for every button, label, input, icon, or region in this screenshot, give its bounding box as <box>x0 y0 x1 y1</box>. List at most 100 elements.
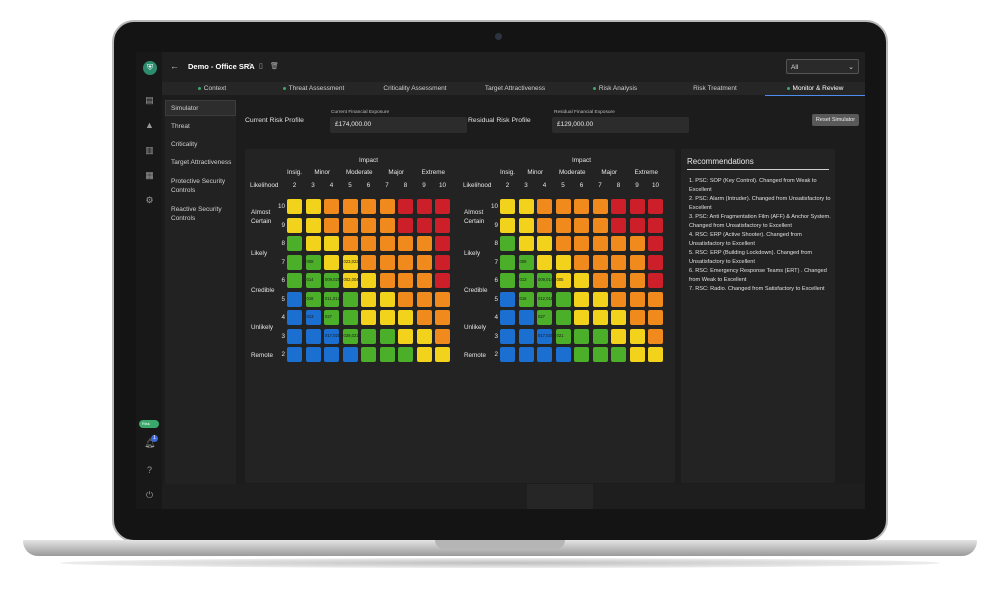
risk-cell[interactable] <box>629 328 645 344</box>
risk-cell[interactable] <box>592 328 608 344</box>
risk-cell[interactable]: 017,020,0 <box>537 328 557 344</box>
risk-cell[interactable] <box>574 236 589 251</box>
risk-cell[interactable] <box>500 236 515 251</box>
risk-cell[interactable] <box>555 310 571 325</box>
current-financial-exposure-field[interactable]: £174,000.00 <box>330 117 467 133</box>
risk-cell[interactable] <box>518 328 534 344</box>
risk-cell[interactable]: 016 <box>518 291 534 307</box>
risk-cell[interactable] <box>342 217 358 233</box>
risk-cell[interactable] <box>500 254 515 270</box>
risk-cell[interactable]: 008 <box>518 254 534 270</box>
report-icon[interactable]: ▦ <box>144 170 155 181</box>
risk-cell[interactable] <box>518 236 534 251</box>
risk-cell[interactable] <box>629 199 645 214</box>
subnav-item-simulator[interactable]: Simulator <box>171 104 233 113</box>
risk-cell[interactable] <box>379 199 395 214</box>
risk-cell[interactable] <box>592 199 608 214</box>
risk-cell[interactable] <box>398 347 413 362</box>
tab-context[interactable]: Context <box>162 82 262 95</box>
risk-cell[interactable] <box>435 291 450 307</box>
risk-cell[interactable]: 016 <box>305 291 321 307</box>
settings-icon[interactable]: ⚙ <box>144 195 155 206</box>
risk-cell[interactable] <box>537 347 552 362</box>
risk-cell[interactable] <box>611 199 626 214</box>
mode-toggle[interactable]: Risk <box>139 420 159 428</box>
risk-cell[interactable] <box>555 254 571 270</box>
risk-cell[interactable] <box>361 291 376 307</box>
risk-cell[interactable] <box>287 254 302 270</box>
risk-cell[interactable] <box>500 217 515 233</box>
risk-cell[interactable] <box>287 291 302 307</box>
risk-cell[interactable] <box>629 217 645 233</box>
risk-cell[interactable] <box>518 310 534 325</box>
risk-cell[interactable] <box>435 310 450 325</box>
risk-cell[interactable] <box>379 254 395 270</box>
risk-cell[interactable]: 012,011 <box>537 291 553 307</box>
risk-cell[interactable] <box>379 291 395 307</box>
risk-cell[interactable] <box>305 328 321 344</box>
risk-cell[interactable] <box>305 347 321 362</box>
risk-cell[interactable] <box>398 310 413 325</box>
risk-cell[interactable] <box>342 347 358 362</box>
risk-cell[interactable] <box>537 199 552 214</box>
risk-cell[interactable] <box>435 273 450 288</box>
back-arrow-icon[interactable]: ← <box>170 61 179 71</box>
risk-cell[interactable] <box>379 217 395 233</box>
risk-cell[interactable] <box>648 217 663 233</box>
risk-cell[interactable] <box>555 236 571 251</box>
risk-cell[interactable] <box>648 310 663 325</box>
risk-cell[interactable]: 014 <box>305 273 321 288</box>
risk-cell[interactable]: 027 <box>324 310 339 325</box>
risk-cell[interactable] <box>537 236 552 251</box>
risk-cell[interactable] <box>416 347 432 362</box>
risk-cell[interactable] <box>287 347 302 362</box>
alert-icon[interactable]: ▲ <box>144 120 155 131</box>
risk-cell[interactable] <box>629 236 645 251</box>
risk-cell[interactable] <box>435 217 450 233</box>
shield-logo-icon[interactable]: ⛨ <box>143 61 157 75</box>
risk-cell[interactable] <box>518 347 534 362</box>
power-icon[interactable]: ⏻ <box>144 490 155 501</box>
edit-icon[interactable]: ✎ <box>248 62 254 70</box>
tab-criticality-assessment[interactable]: Criticality Assessment <box>365 82 465 95</box>
risk-cell[interactable] <box>398 291 413 307</box>
risk-cell[interactable] <box>611 328 626 344</box>
risk-cell[interactable]: 013 <box>305 310 321 325</box>
risk-cell[interactable] <box>342 310 358 325</box>
risk-cell[interactable] <box>361 199 376 214</box>
risk-cell[interactable] <box>416 199 432 214</box>
risk-cell[interactable] <box>592 236 608 251</box>
risk-cell[interactable] <box>592 310 608 325</box>
risk-cell[interactable] <box>592 217 608 233</box>
risk-cell[interactable] <box>416 217 432 233</box>
subnav-item-reactive-security-controls[interactable]: Reactive Security Controls <box>171 205 233 223</box>
risk-cell[interactable] <box>416 328 432 344</box>
risk-cell[interactable] <box>435 236 450 251</box>
tab-target-attractiveness[interactable]: Target Attractiveness <box>465 82 565 95</box>
risk-cell[interactable] <box>555 291 571 307</box>
risk-cell[interactable] <box>500 328 515 344</box>
subnav-item-target-attractiveness[interactable]: Target Attractiveness <box>171 158 233 167</box>
risk-cell[interactable] <box>287 310 302 325</box>
risk-cell[interactable] <box>342 236 358 251</box>
risk-cell[interactable] <box>592 254 608 270</box>
risk-cell[interactable] <box>629 273 645 288</box>
help-icon[interactable]: ? <box>144 465 155 476</box>
risk-cell[interactable] <box>574 217 589 233</box>
risk-cell[interactable] <box>611 254 626 270</box>
risk-cell[interactable] <box>574 347 589 362</box>
subnav-item-threat[interactable]: Threat <box>171 122 233 131</box>
risk-cell[interactable] <box>324 254 339 270</box>
risk-cell[interactable] <box>648 199 663 214</box>
risk-cell[interactable] <box>555 347 571 362</box>
risk-cell[interactable] <box>305 199 321 214</box>
risk-cell[interactable] <box>629 310 645 325</box>
tab-threat-assessment[interactable]: Threat Assessment <box>262 82 365 95</box>
risk-cell[interactable] <box>435 199 450 214</box>
residual-financial-exposure-field[interactable]: £129,000.00 <box>552 117 689 133</box>
risk-cell[interactable] <box>324 199 339 214</box>
filter-select[interactable]: All ⌄ <box>786 59 859 74</box>
risk-cell[interactable] <box>500 310 515 325</box>
risk-cell[interactable] <box>379 347 395 362</box>
risk-cell[interactable] <box>592 347 608 362</box>
